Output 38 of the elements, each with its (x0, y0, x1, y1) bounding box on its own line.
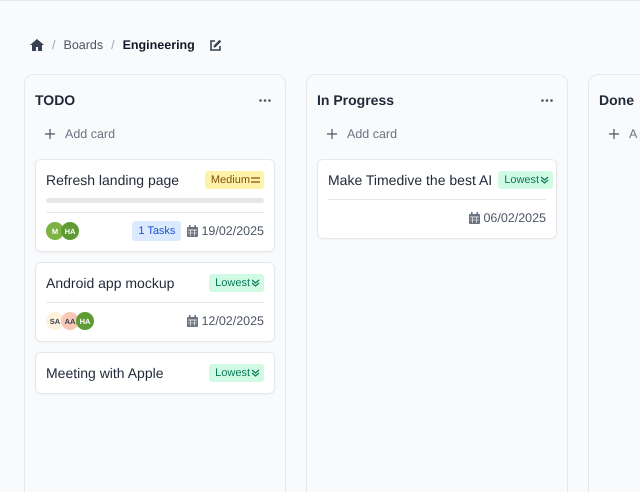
plus-icon (45, 129, 55, 139)
card-title: Make Timedive the best AI (328, 172, 492, 188)
column-title: TODO (35, 92, 76, 108)
edit-icon[interactable] (208, 38, 222, 52)
calendar-icon (187, 225, 198, 237)
plus-icon (609, 129, 619, 139)
more-icon[interactable] (259, 98, 271, 102)
breadcrumb-separator: / (52, 38, 56, 52)
due-date: 06/02/2025 (483, 211, 546, 225)
more-icon[interactable] (541, 98, 553, 102)
card-title: Refresh landing page (46, 172, 180, 188)
breadcrumb-current: Engineering (122, 38, 195, 52)
column-title: Done (599, 92, 634, 108)
due-date: 12/02/2025 (201, 314, 264, 328)
breadcrumb-separator: / (111, 38, 115, 52)
priority-badge: Lowest (498, 171, 554, 189)
priority-badge: Lowest (209, 364, 264, 382)
add-card-button[interactable]: Add card (317, 125, 398, 143)
card-title: Android app mockup (46, 275, 174, 291)
column-title: In Progress (317, 92, 394, 108)
double-chevron-down-icon (540, 176, 550, 184)
card-title: Meeting with Apple (46, 365, 164, 381)
equals-icon (251, 177, 260, 183)
task-card[interactable]: Make Timedive the best AI Lowest 06/02/2025 (317, 159, 557, 239)
double-chevron-down-icon (251, 279, 260, 287)
calendar-icon (187, 315, 198, 327)
home-icon[interactable] (30, 39, 44, 51)
task-card[interactable]: Meeting with Apple Lowest (35, 352, 275, 394)
double-chevron-down-icon (251, 369, 260, 377)
tasks-badge: 1 Tasks (132, 221, 182, 241)
priority-badge: Medium (204, 171, 264, 189)
priority-badge: Lowest (209, 274, 264, 292)
breadcrumb-link[interactable]: Boards (63, 38, 104, 52)
add-card-button[interactable]: A (599, 125, 638, 143)
add-card-button[interactable]: Add card (35, 125, 116, 143)
calendar-icon (469, 212, 480, 224)
plus-icon (327, 129, 337, 139)
due-date: 19/02/2025 (201, 224, 264, 238)
